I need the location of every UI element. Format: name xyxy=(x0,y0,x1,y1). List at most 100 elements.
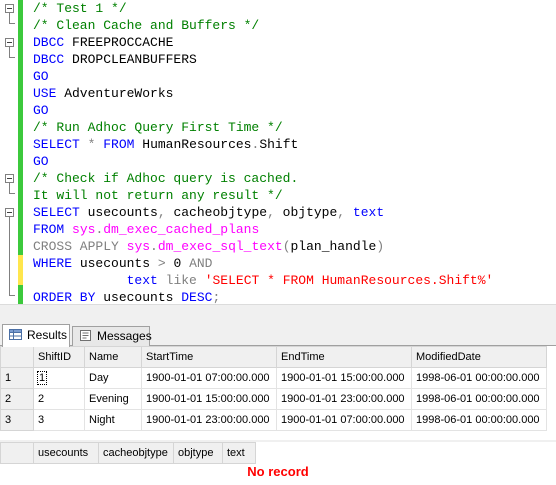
code-line[interactable]: /* Check if Adhoc query is cached. xyxy=(33,170,298,187)
code-token: ) xyxy=(376,239,385,254)
query-editor[interactable]: /* Test 1 */ /* Clean Cache and Buffers *… xyxy=(0,0,556,318)
code-token: usecounts xyxy=(95,290,182,305)
column-header[interactable]: objtype xyxy=(173,442,223,464)
code-token: DBCC xyxy=(33,35,65,50)
column-header[interactable]: text xyxy=(222,442,256,464)
code-token: ( xyxy=(282,239,291,254)
grid-header-row: ShiftID Name StartTime EndTime ModifiedD… xyxy=(0,346,547,368)
outline-line xyxy=(9,183,10,193)
code-token: sys xyxy=(126,239,151,254)
table-row[interactable]: 2 2 Evening 1900-01-01 15:00:00.000 1900… xyxy=(0,388,547,410)
row-number[interactable]: 2 xyxy=(0,388,34,410)
column-header[interactable]: Name xyxy=(84,346,142,368)
table-row[interactable]: 3 3 Night 1900-01-01 23:00:00.000 1900-0… xyxy=(0,409,547,431)
table-cell[interactable]: 2 xyxy=(33,388,85,410)
code-line[interactable]: SELECT * FROM HumanResources.Shift xyxy=(33,136,298,153)
code-line[interactable]: /* Test 1 */ xyxy=(33,0,127,17)
code-token: objtype xyxy=(274,205,338,220)
code-token: > xyxy=(157,256,166,271)
code-line[interactable]: DBCC DROPCLEANBUFFERS xyxy=(33,51,197,68)
code-token: sys xyxy=(72,222,96,237)
row-number[interactable]: 3 xyxy=(0,409,34,431)
column-header[interactable]: StartTime xyxy=(141,346,277,368)
collapse-icon[interactable] xyxy=(5,4,14,13)
tab-results[interactable]: Results xyxy=(2,324,70,347)
table-cell[interactable]: 1900-01-01 07:00:00.000 xyxy=(141,367,277,389)
code-line[interactable]: GO xyxy=(33,153,49,170)
code-token: SELECT xyxy=(33,205,80,220)
code-line[interactable]: text like 'SELECT * FROM HumanResources.… xyxy=(33,272,494,289)
code-token: /* Test 1 */ xyxy=(33,1,127,16)
table-cell[interactable]: Night xyxy=(84,409,142,431)
column-header[interactable]: cacheobjtype xyxy=(98,442,174,464)
code-line[interactable]: It will not return any result */ xyxy=(33,187,283,204)
code-line[interactable]: GO xyxy=(33,102,49,119)
code-token: DBCC xyxy=(33,52,65,67)
column-header[interactable]: EndTime xyxy=(276,346,412,368)
results-grid-shift[interactable]: ShiftID Name StartTime EndTime ModifiedD… xyxy=(0,346,556,440)
collapse-icon[interactable] xyxy=(5,174,14,183)
column-header[interactable]: usecounts xyxy=(33,442,99,464)
code-line[interactable]: GO xyxy=(33,68,49,85)
table-cell[interactable]: 1900-01-01 23:00:00.000 xyxy=(276,388,412,410)
table-cell[interactable]: 1998-06-01 00:00:00.000 xyxy=(411,367,547,389)
code-line[interactable]: SELECT usecounts, cacheobjtype, objtype,… xyxy=(33,204,384,221)
row-number-header[interactable] xyxy=(0,346,34,368)
table-cell[interactable]: Evening xyxy=(84,388,142,410)
table-cell[interactable]: 1900-01-01 15:00:00.000 xyxy=(276,367,412,389)
code-token: SELECT xyxy=(33,137,80,152)
code-token: FREEPROCCACHE xyxy=(64,35,174,50)
results-tab-bar: Results Messages xyxy=(0,318,556,347)
grid-header-row: usecounts cacheobjtype objtype text xyxy=(0,442,256,464)
code-line[interactable]: /* Clean Cache and Buffers */ xyxy=(33,17,259,34)
collapse-icon[interactable] xyxy=(5,38,14,47)
outline-end xyxy=(9,193,15,194)
code-token: FROM xyxy=(103,137,135,152)
table-cell[interactable]: 1900-01-01 15:00:00.000 xyxy=(141,388,277,410)
code-token: ; xyxy=(212,290,221,305)
code-line[interactable]: FROM sys.dm_exec_cached_plans xyxy=(33,221,259,238)
code-line[interactable]: WHERE usecounts > 0 AND xyxy=(33,255,212,272)
table-cell[interactable]: Day xyxy=(84,367,142,389)
code-token: DROPCLEANBUFFERS xyxy=(64,52,197,67)
unsaved-change-marker xyxy=(18,255,23,285)
code-line[interactable]: DBCC FREEPROCCACHE xyxy=(33,34,173,51)
table-cell[interactable]: 1998-06-01 00:00:00.000 xyxy=(411,388,547,410)
code-token: plan_handle xyxy=(290,239,377,254)
code-token: dm_exec_sql_text xyxy=(157,239,283,254)
horizontal-scrollbar[interactable] xyxy=(0,304,556,318)
code-line[interactable]: /* Run Adhoc Query First Time */ xyxy=(33,119,283,136)
row-number-header[interactable] xyxy=(0,442,34,464)
table-cell[interactable]: 3 xyxy=(33,409,85,431)
code-token: Shift xyxy=(259,137,299,152)
code-token: 'SELECT * FROM HumanResources.Shift%' xyxy=(204,273,494,288)
table-cell[interactable]: 1998-06-01 00:00:00.000 xyxy=(411,409,547,431)
table-cell[interactable]: 1 xyxy=(33,367,85,389)
code-line[interactable]: CROSS APPLY sys.dm_exec_sql_text(plan_ha… xyxy=(33,238,384,255)
row-number[interactable]: 1 xyxy=(0,367,34,389)
code-token: WHERE xyxy=(33,256,73,271)
table-cell[interactable]: 1900-01-01 23:00:00.000 xyxy=(141,409,277,431)
code-token: GO xyxy=(33,154,49,169)
tab-messages-label: Messages xyxy=(97,329,152,343)
code-token: FROM xyxy=(33,222,65,237)
code-token: DESC xyxy=(181,290,213,305)
table-row[interactable]: 1 1 Day 1900-01-01 07:00:00.000 1900-01-… xyxy=(0,367,547,389)
code-token: . xyxy=(150,239,158,254)
column-header[interactable]: ModifiedDate xyxy=(411,346,547,368)
tab-messages[interactable]: Messages xyxy=(72,326,152,346)
code-token: CROSS APPLY xyxy=(33,239,119,254)
code-token: 0 xyxy=(165,256,190,271)
collapse-icon[interactable] xyxy=(5,208,14,217)
column-header[interactable]: ShiftID xyxy=(33,346,85,368)
code-token: usecounts xyxy=(72,256,158,271)
code-line[interactable]: USE AdventureWorks xyxy=(33,85,173,102)
table-cell[interactable]: 1900-01-01 07:00:00.000 xyxy=(276,409,412,431)
outline-end xyxy=(9,23,15,24)
results-grid-cache[interactable]: usecounts cacheobjtype objtype text No r… xyxy=(0,442,556,485)
code-token: cacheobjtype xyxy=(165,205,268,220)
results-pane: Results Messages ShiftID Name StartTime … xyxy=(0,318,556,485)
